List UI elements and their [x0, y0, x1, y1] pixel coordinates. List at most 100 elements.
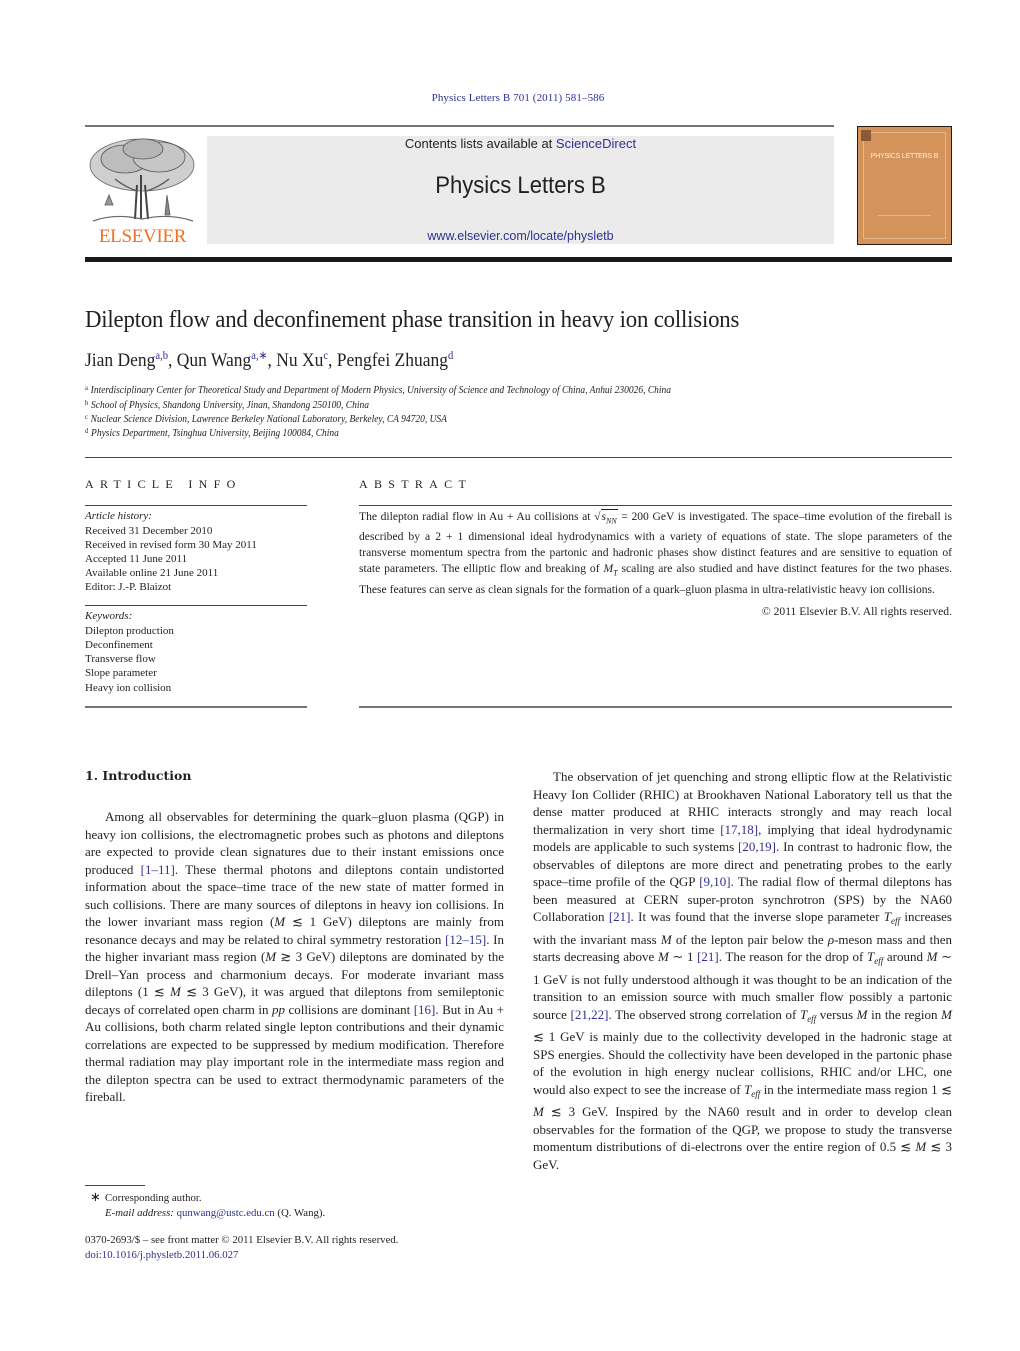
keyword: Slope parameter	[85, 667, 157, 679]
citation-link[interactable]: [21]	[697, 949, 719, 964]
keywords-label: Keywords:	[85, 610, 133, 622]
math-symbol: M	[274, 914, 286, 929]
citation-link[interactable]: [21]	[609, 909, 631, 924]
teff-subscript: eff	[807, 1013, 817, 1024]
history-item: Available online 21 June 2011	[85, 567, 219, 579]
nn-subscript: NN	[606, 516, 617, 526]
title-block-rule	[85, 457, 952, 458]
teff-main: T	[883, 909, 891, 924]
affiliation-text: Nuclear Science Division, Lawrence Berke…	[90, 414, 447, 425]
affiliation-d: d Physics Department, Tsinghua University…	[85, 427, 339, 439]
keyword: Dilepton production	[85, 625, 174, 637]
text-run: collisions are dominant	[284, 1001, 414, 1017]
author-affiliation-link[interactable]: a,b	[155, 350, 168, 362]
affiliation-text: Physics Department, Tsinghua University,…	[91, 428, 339, 439]
sqrt-snn: √sNN	[594, 509, 618, 526]
affiliation-text: Interdisciplinary Center for Theoretical…	[90, 385, 672, 396]
text-run: ≲ 3 GeV. Inspired by the NA60 result and…	[533, 1104, 952, 1154]
email-label: E-mail address:	[105, 1207, 174, 1219]
author-name: Qun Wang	[176, 350, 252, 371]
text-run: around	[883, 949, 927, 964]
abstract-part: The dilepton radial flow in Au + Au coll…	[359, 510, 595, 523]
teff-symbol: Teff	[867, 949, 883, 966]
intro-paragraph-2: The observation of jet quenching and str…	[533, 768, 952, 1173]
math-symbol: M	[856, 1006, 868, 1022]
contents-line: Contents lists available at ScienceDirec…	[207, 136, 834, 151]
teff-symbol: Teff	[800, 1007, 817, 1024]
history-label: Article history:	[85, 510, 152, 522]
journal-url-link[interactable]: www.elsevier.com/locate/physletb	[207, 229, 834, 243]
journal-title: Physics Letters B	[435, 172, 606, 199]
doi-link[interactable]: doi:10.1016/j.physletb.2011.06.027	[85, 1249, 238, 1261]
editor-line: Editor: J.-P. Blaizot	[85, 581, 172, 593]
email-link[interactable]: qunwang@ustc.edu.cn	[177, 1207, 275, 1219]
abstract-copyright: © 2011 Elsevier B.V. All rights reserved…	[761, 605, 952, 618]
author-separator: ,	[328, 350, 337, 371]
citation-link[interactable]: [1–11]	[141, 862, 175, 877]
text-run: ∼ 1	[668, 949, 698, 964]
text-run: in the intermediate mass region 1 ≲	[760, 1081, 952, 1097]
contents-prefix: Contents lists available at	[404, 136, 556, 151]
sciencedirect-link[interactable]: ScienceDirect	[556, 136, 636, 151]
cover-publisher-badge	[861, 130, 871, 141]
history-item: Accepted 11 June 2011	[85, 553, 188, 565]
math-symbol: M	[170, 984, 181, 999]
history-item: Received 31 December 2010	[85, 525, 213, 537]
affiliation-mark: a	[85, 384, 88, 392]
cover-title: PHYSICS LETTERS B	[870, 153, 939, 160]
citation-link[interactable]: [9,10]	[699, 874, 730, 889]
affiliation-mark: b	[85, 399, 89, 407]
header-top-rule	[85, 125, 834, 127]
text-run: versus	[816, 1006, 857, 1022]
author-name: Nu Xu	[276, 350, 324, 371]
citation-link[interactable]: [17,18]	[720, 822, 758, 837]
keyword: Deconfinement	[85, 639, 153, 651]
author-name: Jian Deng	[85, 350, 156, 371]
teff-subscript: eff	[751, 1088, 761, 1099]
mt-symbol: M	[603, 562, 614, 576]
affiliation-mark: c	[85, 413, 88, 421]
email-suffix: (Q. Wang).	[274, 1207, 326, 1219]
math-symbol: M	[926, 949, 938, 964]
math-symbol: M	[657, 949, 669, 964]
author-name: Pengfei Zhuang	[336, 350, 448, 371]
abstract-text: The dilepton radial flow in Au + Au coll…	[359, 509, 952, 598]
affiliation-text: School of Physics, Shandong University, …	[91, 400, 369, 411]
text-run: . It was found that the inverse slope pa…	[630, 909, 884, 924]
math-symbol: M	[660, 931, 672, 947]
text-run: in the region	[867, 1006, 942, 1022]
corresponding-author-mark: ∗	[90, 1189, 101, 1204]
elsevier-wordmark: ELSEVIER	[98, 226, 187, 247]
paper-title: Dilepton flow and deconfinement phase tr…	[85, 306, 740, 333]
abstract-rule	[359, 505, 952, 506]
affiliation-b: b School of Physics, Shandong University,…	[85, 399, 369, 411]
cover-footer	[878, 215, 931, 225]
citation-link[interactable]: [21,22]	[571, 1007, 609, 1022]
abstract-bottom-rule	[359, 706, 952, 708]
author-list: Jian Denga,b, Qun Wanga,∗, Nu Xuc, Pengf…	[85, 348, 453, 372]
author-affiliation-link[interactable]: a,∗	[251, 350, 267, 362]
footnote-rule	[85, 1185, 145, 1186]
math-symbol: M	[941, 1006, 952, 1022]
article-info-heading: ARTICLE INFO	[85, 477, 242, 491]
journal-cover-thumbnail[interactable]: PHYSICS LETTERS B	[857, 126, 952, 245]
author-affiliation-link[interactable]: d	[448, 350, 453, 362]
email-footnote: E-mail address: qunwang@ustc.edu.cn (Q. …	[105, 1207, 325, 1219]
author-separator: ,	[168, 350, 177, 371]
author-separator: ,	[267, 350, 277, 371]
journal-reference-link[interactable]: Physics Letters B 701 (2011) 581–586	[0, 92, 1020, 104]
section-heading: 1. Introduction	[85, 768, 192, 783]
math-symbol: M	[915, 1139, 927, 1154]
keyword: Heavy ion collision	[85, 682, 172, 694]
intro-paragraph-1: Among all observables for determining th…	[85, 808, 504, 1106]
citation-link[interactable]: [20,19]	[738, 839, 776, 854]
text-run: of the lepton pair below the	[671, 931, 828, 947]
text-run: . The reason for the drop of	[718, 949, 868, 964]
citation-link[interactable]: [12–15]	[445, 932, 486, 947]
issn-line: 0370-2693/$ – see front matter © 2011 El…	[85, 1234, 399, 1246]
keyword: Transverse flow	[85, 653, 156, 665]
history-item: Received in revised form 30 May 2011	[85, 539, 257, 551]
text-run: . The observed strong correlation of	[608, 1006, 800, 1022]
citation-link[interactable]: [16]	[414, 1002, 436, 1017]
affiliation-a: a Interdisciplinary Center for Theoretica…	[85, 384, 671, 396]
